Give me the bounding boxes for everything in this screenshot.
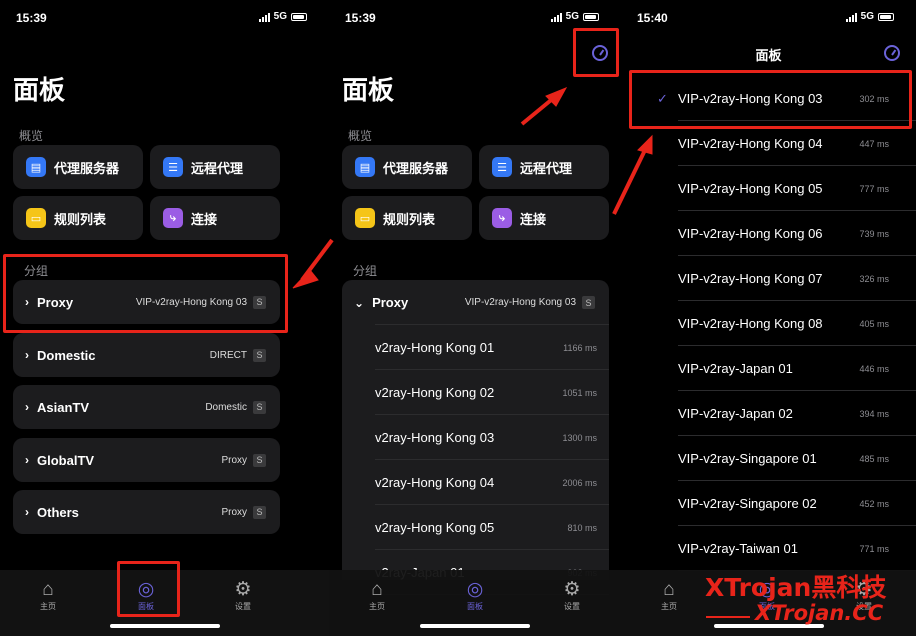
arrow-to-node (612, 147, 648, 215)
arrow-head-node (637, 134, 653, 155)
annotation-arrows (292, 87, 750, 618)
